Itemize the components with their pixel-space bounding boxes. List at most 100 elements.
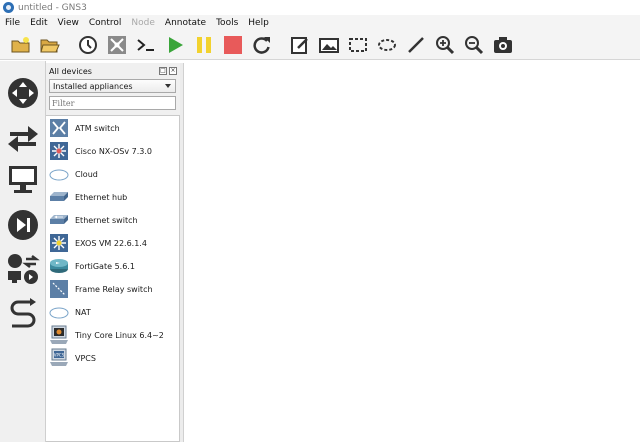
device-label: Frame Relay switch — [75, 284, 153, 294]
device-label: FortiGate 5.6.1 — [75, 261, 135, 271]
tiny-core-linux-icon — [50, 325, 68, 344]
menu-view[interactable]: View — [58, 18, 79, 28]
device-label: NAT — [75, 307, 91, 317]
draw-rectangle-button[interactable] — [347, 34, 369, 56]
device-label: Ethernet hub — [75, 192, 128, 202]
menu-annotate[interactable]: Annotate — [165, 18, 206, 28]
devices-dock: All devices □ × Installed appliances ATM… — [46, 63, 180, 442]
browse-switches-button[interactable] — [5, 119, 41, 155]
browse-all-devices-icon — [8, 254, 40, 284]
svg-text:VPCS: VPCS — [54, 353, 65, 358]
reload-all-button[interactable] — [251, 34, 273, 56]
filter-input[interactable] — [52, 98, 175, 108]
browse-end-devices-button[interactable] — [5, 161, 41, 197]
stop-all-button[interactable] — [222, 34, 244, 56]
dock-title: All devices — [49, 66, 92, 76]
pause-all-button[interactable] — [193, 34, 215, 56]
menu-help[interactable]: Help — [248, 18, 269, 28]
add-link-button[interactable] — [5, 295, 41, 331]
browse-routers-button[interactable] — [5, 75, 41, 111]
fortigate-icon — [50, 259, 68, 273]
add-note-button[interactable] — [289, 34, 311, 56]
zoom-in-button[interactable] — [434, 34, 456, 56]
list-item[interactable]: Frame Relay switch — [46, 278, 178, 300]
list-item[interactable]: Cisco NX-OSv 7.3.0 — [46, 140, 178, 162]
zoom-out-icon — [465, 35, 484, 54]
browse-all-devices-button[interactable] — [5, 251, 41, 287]
console-icon — [137, 38, 154, 51]
insert-picture-button[interactable] — [318, 34, 340, 56]
device-category-bar — [0, 61, 46, 442]
device-list: ATM switch Cisco NX-OSv 7.3.0 Cloud Ethe… — [46, 115, 180, 442]
menu-bar: File Edit View Control Node Annotate Too… — [0, 15, 640, 30]
stop-icon — [224, 35, 242, 54]
menu-tools[interactable]: Tools — [216, 18, 238, 28]
device-label: EXOS VM 22.6.1.4 — [75, 238, 147, 248]
topology-canvas[interactable] — [183, 63, 640, 442]
start-icon — [169, 36, 183, 53]
browse-routers-icon — [8, 78, 38, 108]
chevron-down-icon — [165, 84, 171, 88]
list-item[interactable]: VPCS VPCS — [46, 347, 178, 369]
nat-icon — [49, 307, 69, 319]
draw-rectangle-icon — [349, 37, 367, 52]
reload-icon — [253, 36, 270, 54]
dock-float-button[interactable]: □ — [159, 67, 167, 75]
filter-input-wrapper — [49, 96, 176, 110]
menu-control[interactable]: Control — [89, 18, 122, 28]
snapshot-button[interactable] — [77, 34, 99, 56]
console-all-button[interactable] — [135, 34, 157, 56]
main-toolbar — [0, 30, 640, 60]
screenshot-button[interactable] — [492, 34, 514, 56]
list-item[interactable]: Cloud — [46, 163, 178, 185]
ethernet-switch-icon — [50, 215, 68, 224]
zoom-out-button[interactable] — [463, 34, 485, 56]
new-project-button[interactable] — [10, 34, 32, 56]
menu-node: Node — [131, 17, 155, 28]
draw-line-button[interactable] — [405, 34, 427, 56]
start-all-button[interactable] — [164, 34, 186, 56]
browse-end-devices-icon — [9, 166, 37, 193]
draw-line-icon — [408, 36, 424, 53]
device-label: Cloud — [75, 169, 98, 179]
device-label: Cisco NX-OSv 7.3.0 — [75, 146, 152, 156]
list-item[interactable]: Tiny Core Linux 6.4~2 — [46, 324, 178, 346]
browse-security-devices-icon — [8, 210, 38, 240]
add-link-icon — [10, 298, 36, 328]
insert-picture-icon — [319, 37, 339, 53]
ethernet-hub-icon — [50, 192, 68, 201]
browse-security-devices-button[interactable] — [5, 207, 41, 243]
pause-icon — [197, 36, 211, 53]
device-label: ATM switch — [75, 123, 120, 133]
screenshot-icon — [494, 36, 512, 53]
list-item[interactable]: Ethernet hub — [46, 186, 178, 208]
list-item[interactable]: FortiGate 5.6.1 — [46, 255, 178, 277]
device-filter-select[interactable]: Installed appliances — [49, 79, 176, 93]
list-item[interactable]: NAT — [46, 301, 178, 323]
list-item[interactable]: ATM switch — [46, 117, 178, 139]
menu-file[interactable]: File — [5, 18, 20, 28]
menu-edit[interactable]: Edit — [30, 18, 47, 28]
device-label: Ethernet switch — [75, 215, 138, 225]
cisco-nxosv-icon — [50, 142, 68, 160]
vpcs-icon: VPCS — [50, 348, 68, 366]
add-note-icon — [291, 36, 308, 54]
dock-close-button[interactable]: × — [169, 67, 177, 75]
title-bar: untitled - GNS3 — [0, 0, 640, 15]
show-interface-labels-button[interactable] — [106, 34, 128, 56]
new-project-icon — [11, 36, 30, 52]
browse-switches-icon — [8, 126, 38, 152]
cloud-icon — [49, 169, 69, 181]
atm-switch-icon — [50, 119, 68, 137]
draw-ellipse-button[interactable] — [376, 34, 398, 56]
snapshot-clock-icon — [79, 35, 97, 54]
draw-ellipse-icon — [378, 38, 396, 51]
frame-relay-switch-icon — [50, 280, 68, 298]
list-item[interactable]: Ethernet switch — [46, 209, 178, 231]
device-label: Tiny Core Linux 6.4~2 — [75, 330, 164, 340]
device-label: VPCS — [75, 353, 96, 363]
device-filter-select-value: Installed appliances — [53, 81, 133, 91]
list-item[interactable]: EXOS VM 22.6.1.4 — [46, 232, 178, 254]
open-project-button[interactable] — [39, 34, 61, 56]
window-title: untitled - GNS3 — [18, 2, 87, 13]
